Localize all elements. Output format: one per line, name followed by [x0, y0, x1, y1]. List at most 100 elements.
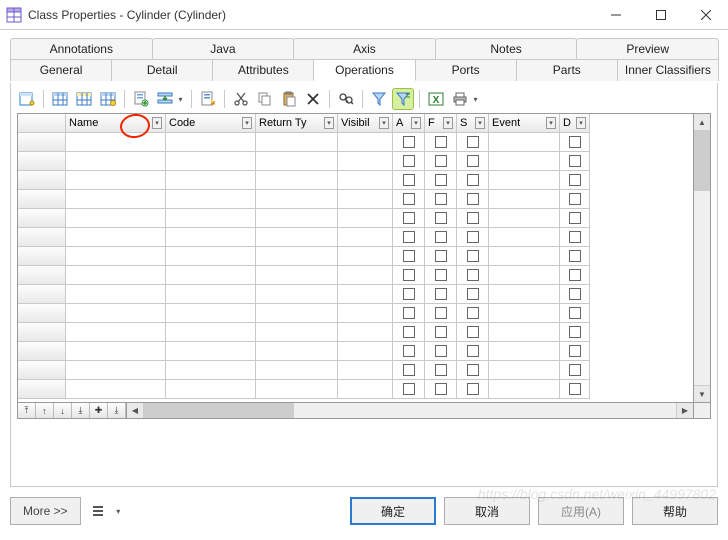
grid-cell[interactable] [256, 171, 338, 190]
grid-cell[interactable] [166, 323, 256, 342]
grid-cell[interactable] [560, 285, 590, 304]
grid-cell[interactable] [489, 304, 560, 323]
checkbox-icon[interactable] [467, 174, 479, 186]
grid-cell[interactable] [338, 266, 393, 285]
checkbox-icon[interactable] [569, 174, 581, 186]
checkbox-icon[interactable] [467, 364, 479, 376]
checkbox-icon[interactable] [467, 155, 479, 167]
grid3-icon[interactable] [98, 89, 118, 109]
new-doc-icon[interactable] [198, 89, 218, 109]
apply-button[interactable]: 应用(A) [538, 497, 624, 525]
grid-cell[interactable] [256, 266, 338, 285]
vertical-scrollbar[interactable]: ▲ ▼ [694, 113, 711, 403]
column-header-Code[interactable]: Code [166, 114, 256, 133]
nav-prev-button[interactable]: ↑ [36, 403, 54, 418]
scroll-right-button[interactable]: ▶ [676, 403, 693, 418]
scroll-left-button[interactable]: ◀ [127, 403, 144, 418]
checkbox-icon[interactable] [569, 231, 581, 243]
grid-cell[interactable] [166, 304, 256, 323]
checkbox-icon[interactable] [467, 269, 479, 281]
grid-cell[interactable] [393, 152, 425, 171]
grid-cell[interactable] [393, 171, 425, 190]
row-header[interactable] [18, 323, 66, 342]
close-button[interactable] [683, 0, 728, 30]
tab-operations[interactable]: Operations [313, 59, 415, 81]
nav-add-button[interactable]: ✚ [90, 403, 108, 418]
checkbox-icon[interactable] [403, 269, 415, 281]
nav-next-button[interactable]: ↓ [54, 403, 72, 418]
grid-cell[interactable] [457, 133, 489, 152]
print-icon[interactable] [450, 89, 470, 109]
tab-notes[interactable]: Notes [435, 38, 578, 59]
column-filter-S[interactable] [475, 117, 485, 129]
column-filter-Return Ty[interactable] [324, 117, 334, 129]
checkbox-icon[interactable] [569, 136, 581, 148]
grid-cell[interactable] [489, 209, 560, 228]
grid-cell[interactable] [457, 209, 489, 228]
grid-cell[interactable] [457, 380, 489, 399]
grid-cell[interactable] [66, 190, 166, 209]
grid-cell[interactable] [560, 266, 590, 285]
delete-icon[interactable] [303, 89, 323, 109]
grid-cell[interactable] [393, 304, 425, 323]
grid-cell[interactable] [166, 247, 256, 266]
row-header[interactable] [18, 209, 66, 228]
checkbox-icon[interactable] [403, 383, 415, 395]
grid-cell[interactable] [457, 190, 489, 209]
grid-cell[interactable] [560, 380, 590, 399]
grid-cell[interactable] [256, 209, 338, 228]
grid-cell[interactable] [560, 361, 590, 380]
insert-row-icon[interactable] [155, 89, 175, 109]
grid-cell[interactable] [425, 247, 457, 266]
grid-cell[interactable] [66, 266, 166, 285]
grid-cell[interactable] [457, 152, 489, 171]
row-header[interactable] [18, 228, 66, 247]
checkbox-icon[interactable] [569, 326, 581, 338]
grid-cell[interactable] [560, 152, 590, 171]
checkbox-icon[interactable] [403, 307, 415, 319]
checkbox-icon[interactable] [467, 383, 479, 395]
grid-cell[interactable] [338, 209, 393, 228]
grid-cell[interactable] [338, 285, 393, 304]
grid-cell[interactable] [393, 190, 425, 209]
grid-cell[interactable] [457, 266, 489, 285]
grid-cell[interactable] [338, 228, 393, 247]
grid-cell[interactable] [338, 361, 393, 380]
column-filter-Visibil[interactable] [379, 117, 389, 129]
grid-cell[interactable] [256, 361, 338, 380]
grid-cell[interactable] [393, 285, 425, 304]
grid-cell[interactable] [560, 133, 590, 152]
grid-cell[interactable] [425, 152, 457, 171]
checkbox-icon[interactable] [403, 212, 415, 224]
grid-cell[interactable] [425, 171, 457, 190]
paste-icon[interactable] [279, 89, 299, 109]
grid-cell[interactable] [256, 228, 338, 247]
grid-cell[interactable] [66, 228, 166, 247]
checkbox-icon[interactable] [403, 174, 415, 186]
row-header[interactable] [18, 133, 66, 152]
filter-highlight-icon[interactable] [393, 89, 413, 109]
row-header[interactable] [18, 152, 66, 171]
grid-cell[interactable] [425, 133, 457, 152]
grid-cell[interactable] [166, 228, 256, 247]
grid-cell[interactable] [66, 342, 166, 361]
grid-cell[interactable] [338, 304, 393, 323]
add-operation-icon[interactable] [131, 89, 151, 109]
grid-cell[interactable] [457, 247, 489, 266]
column-filter-Code[interactable] [242, 117, 252, 129]
grid-cell[interactable] [256, 285, 338, 304]
grid-cell[interactable] [66, 361, 166, 380]
grid-cell[interactable] [393, 247, 425, 266]
checkbox-icon[interactable] [403, 326, 415, 338]
grid-cell[interactable] [393, 266, 425, 285]
row-header[interactable] [18, 342, 66, 361]
grid-cell[interactable] [66, 380, 166, 399]
grid-cell[interactable] [338, 323, 393, 342]
grid-cell[interactable] [338, 171, 393, 190]
cancel-button[interactable]: 取消 [444, 497, 530, 525]
grid-cell[interactable] [393, 380, 425, 399]
grid2-icon[interactable] [74, 89, 94, 109]
grid-cell[interactable] [338, 152, 393, 171]
checkbox-icon[interactable] [569, 250, 581, 262]
grid-cell[interactable] [256, 190, 338, 209]
